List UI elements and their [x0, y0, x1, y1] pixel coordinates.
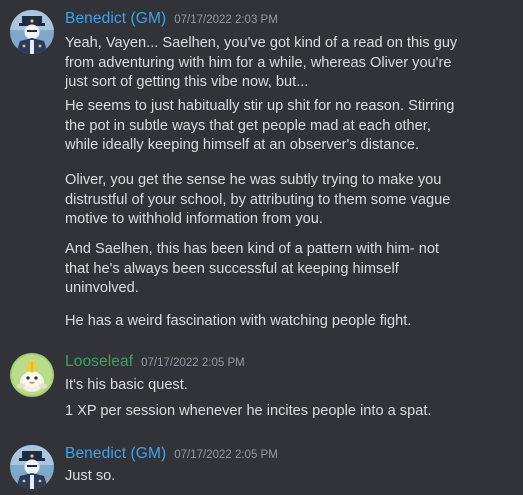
message-line: And Saelhen, this has been kind of a pat…: [65, 241, 439, 257]
username[interactable]: Looseleaf: [65, 353, 133, 371]
message-line: uninvolved.: [65, 280, 139, 296]
message-line: He seems to just habitually stir up shit…: [65, 98, 455, 114]
message-line: motive to withhold information from you.: [65, 211, 323, 227]
message-line: Yeah, Vayen... Saelhen, you've got kind …: [65, 35, 458, 51]
message-line: He has a weird fascination with watching…: [65, 313, 412, 329]
message-line: It's his basic quest.: [65, 377, 188, 393]
message-line: the pot in subtle ways that get people m…: [65, 117, 431, 134]
message-line: distrustful of your school, by attributi…: [65, 191, 451, 208]
user-avatar[interactable]: [10, 10, 54, 54]
message-line: while ideally keeping himself at an obse…: [65, 137, 420, 153]
timestamp: 07/17/2022 2:05 PM: [174, 449, 278, 461]
message-header: Benedict (GM) 07/17/2022 2:05 PM: [65, 445, 278, 467]
timestamp: 07/17/2022 2:03 PM: [174, 14, 278, 26]
message-header: Benedict (GM) 07/17/2022 2:03 PM: [65, 10, 278, 32]
message-line: Oliver, you get the sense he was subtly …: [65, 172, 442, 188]
message-line: from adventuring with him for a while, w…: [65, 54, 452, 71]
leaf-creature-avatar-icon: [10, 353, 54, 397]
message-header: Looseleaf 07/17/2022 2:05 PM: [65, 353, 245, 375]
username[interactable]: Benedict (GM): [65, 445, 166, 463]
message-line: Just so.: [65, 468, 116, 484]
chat-log: Benedict (GM) 07/17/2022 2:03 PM Yeah, V…: [0, 0, 523, 495]
blue-uniformed-figure-avatar-icon: [10, 10, 54, 54]
user-avatar[interactable]: [10, 353, 54, 397]
blue-uniformed-figure-avatar-icon: [10, 445, 54, 489]
username[interactable]: Benedict (GM): [65, 10, 166, 28]
timestamp: 07/17/2022 2:05 PM: [141, 357, 245, 369]
message-line: 1 XP per session whenever he incites peo…: [65, 403, 432, 419]
message-line: that he's always been successful at keep…: [65, 260, 399, 277]
user-avatar[interactable]: [10, 445, 54, 489]
message-line: just sort of getting this vibe now, but.…: [65, 74, 309, 90]
